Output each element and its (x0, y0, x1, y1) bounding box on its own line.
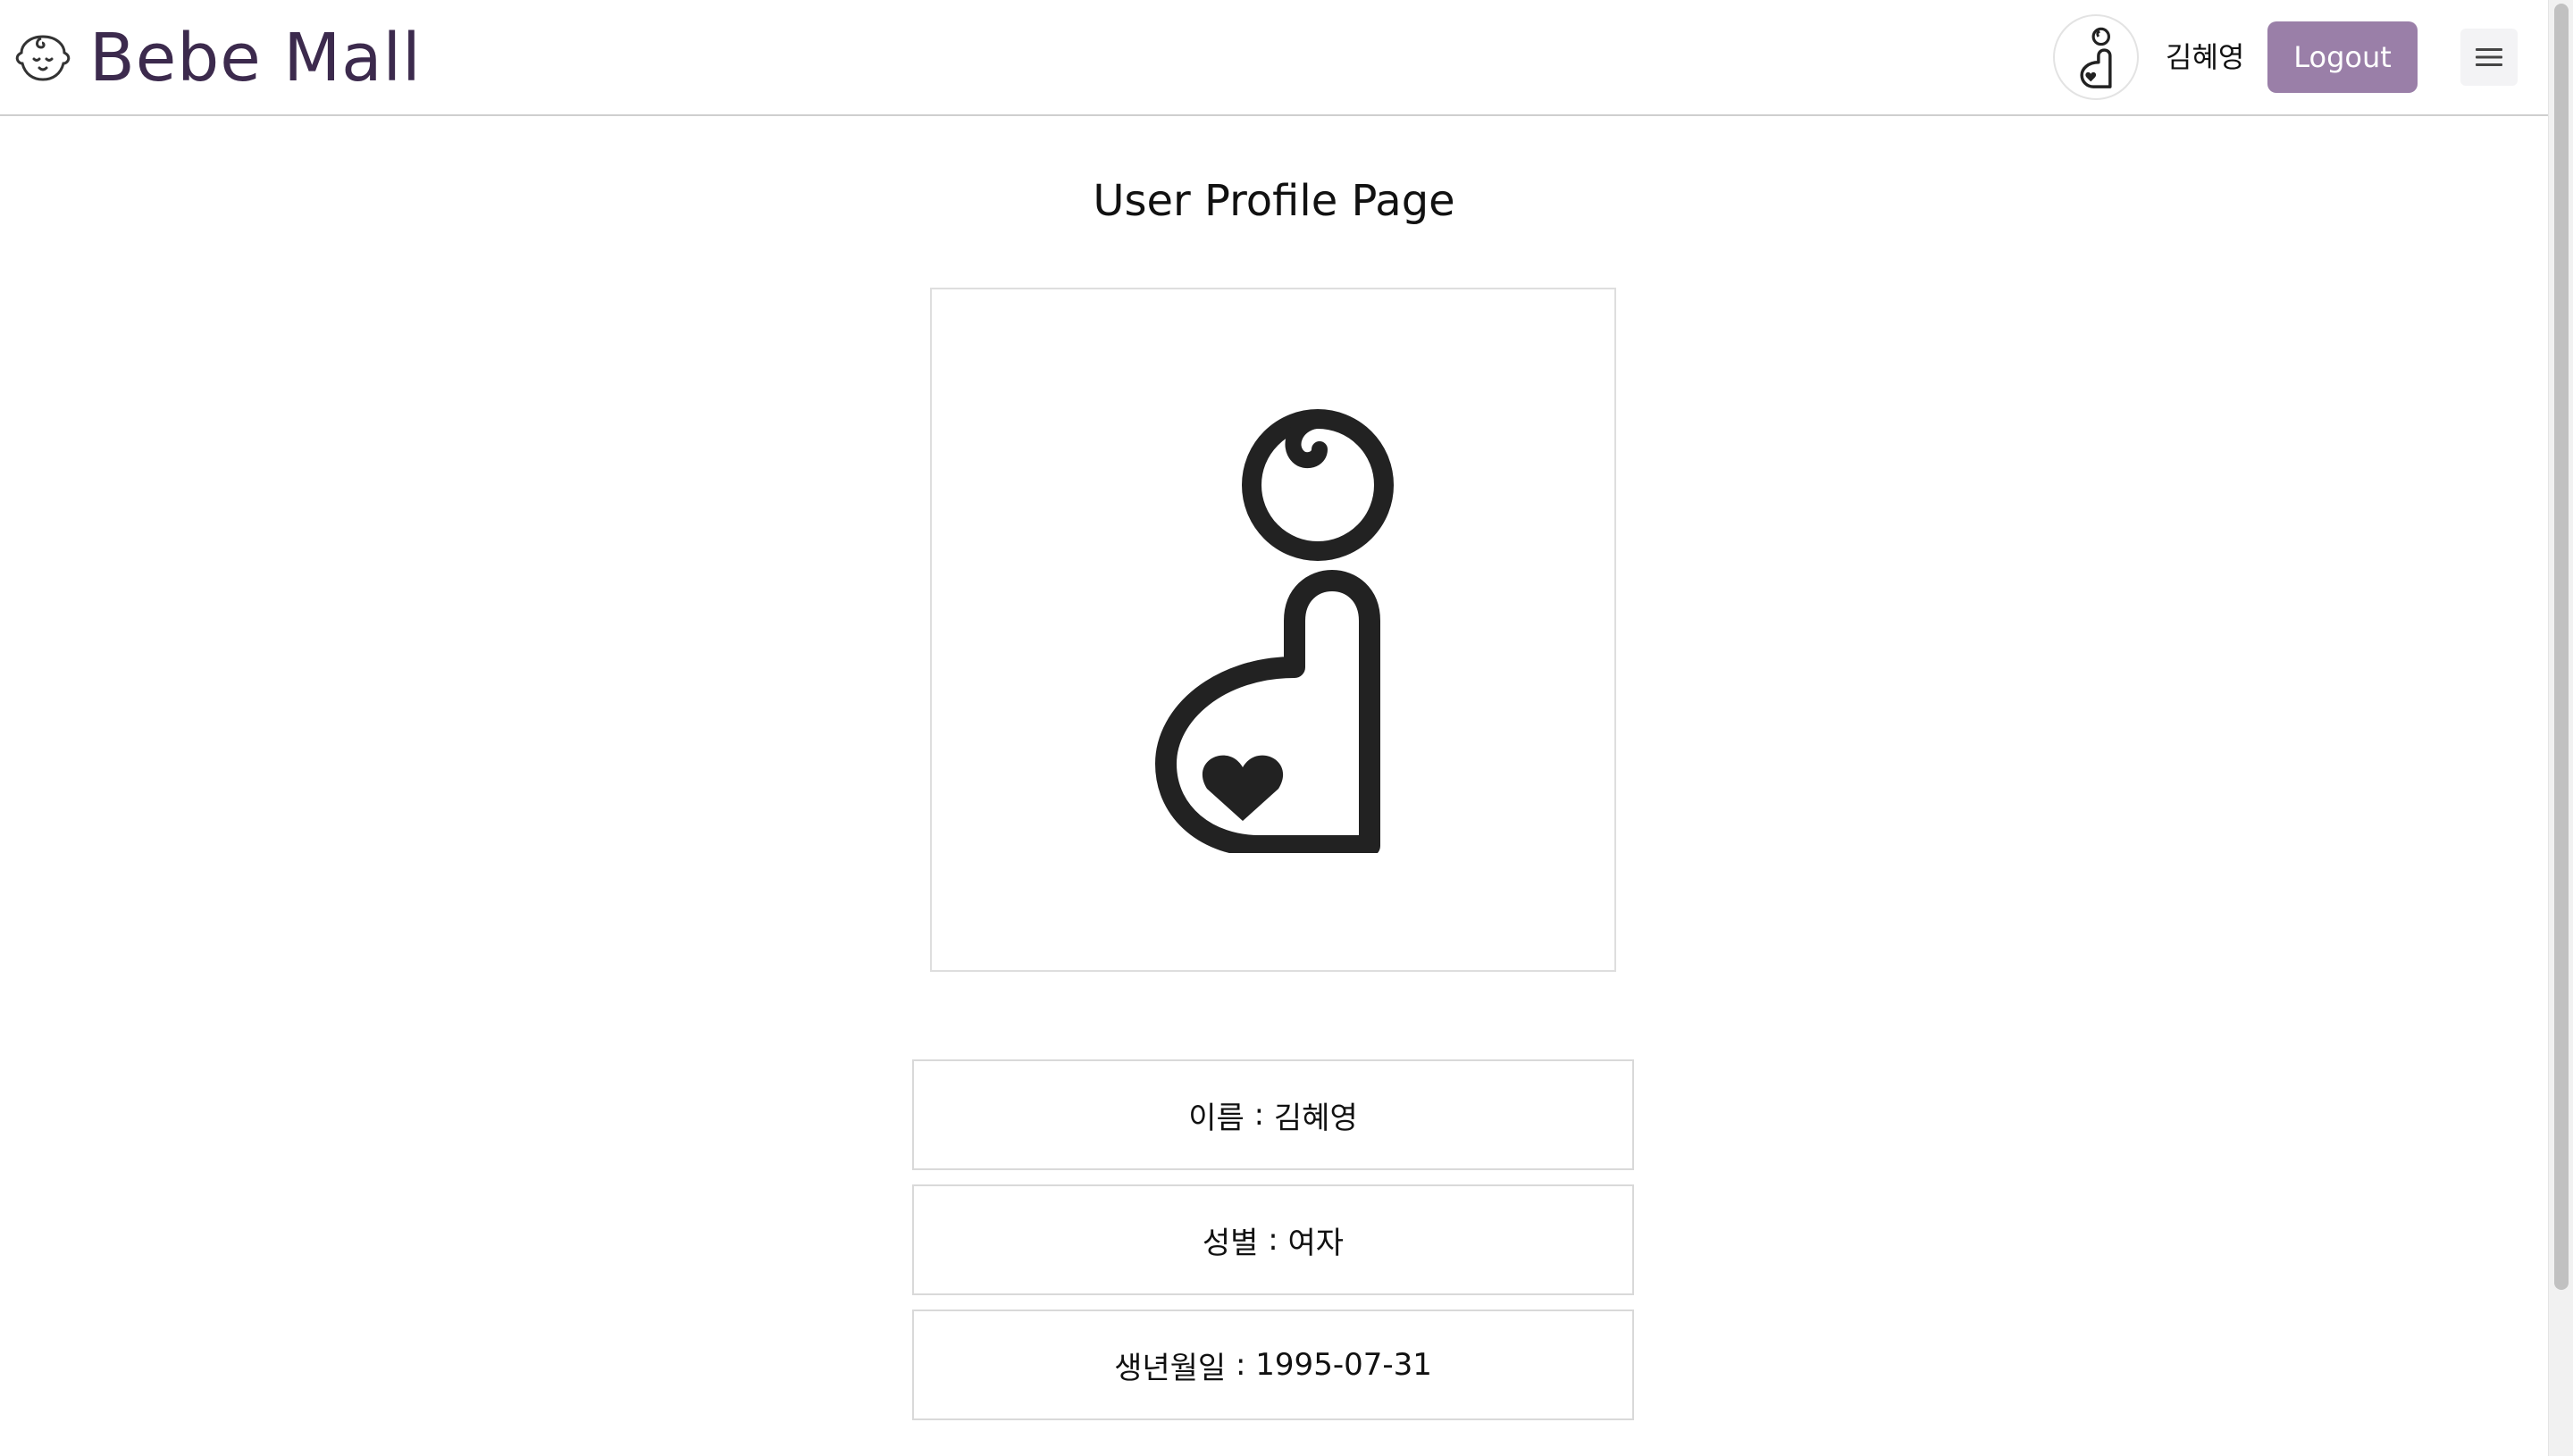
brand-name: Bebe Mall (89, 20, 422, 96)
logout-button[interactable]: Logout (2267, 21, 2418, 93)
nav-username[interactable]: 김혜영 (2166, 36, 2244, 79)
mother-baby-icon (1155, 409, 1394, 853)
field-label: 성별 (1202, 1225, 1259, 1261)
field-label: 이름 (1188, 1100, 1245, 1136)
viewport: Bebe Mall 김혜영 Logout User Profile Page 이… (0, 0, 2548, 1456)
profile-birthdate-field: 생년월일 : 1995-07-31 (912, 1310, 1634, 1420)
avatar[interactable] (2053, 14, 2139, 100)
profile-name-field: 이름 : 김혜영 (912, 1059, 1634, 1170)
field-value: 1995-07-31 (1255, 1347, 1432, 1383)
profile-image (930, 288, 1616, 972)
mother-baby-icon (2080, 27, 2112, 88)
brand-link[interactable]: Bebe Mall (14, 18, 422, 98)
scrollbar-thumb[interactable] (2554, 4, 2569, 1290)
field-value: 김혜영 (1273, 1100, 1358, 1136)
baby-face-icon (15, 35, 71, 81)
page-title: User Profile Page (1093, 176, 1455, 226)
vertical-scrollbar[interactable] (2548, 0, 2573, 1456)
profile-gender-field: 성별 : 여자 (912, 1184, 1634, 1295)
menu-button[interactable] (2460, 29, 2518, 86)
hamburger-menu-icon (2476, 48, 2502, 66)
navbar: Bebe Mall 김혜영 Logout (0, 0, 2548, 116)
field-value: 여자 (1287, 1225, 1345, 1261)
field-label: 생년월일 (1114, 1350, 1227, 1386)
